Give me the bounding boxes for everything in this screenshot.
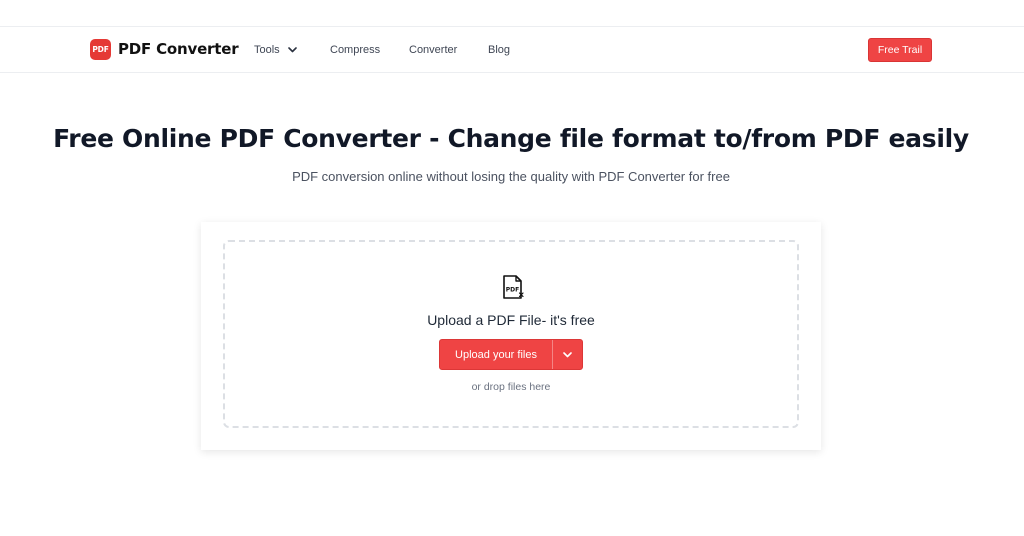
upload-button-group: Upload your files	[439, 339, 583, 370]
browser-top-strip	[0, 0, 1024, 27]
page-title: Free Online PDF Converter - Change file …	[53, 124, 969, 153]
free-trial-button[interactable]: Free Trail	[868, 38, 932, 62]
upload-files-button[interactable]: Upload your files	[440, 340, 552, 369]
chevron-down-icon	[287, 47, 297, 53]
upload-options-dropdown[interactable]	[553, 340, 582, 369]
upload-heading: Upload a PDF File- it's free	[427, 312, 595, 328]
brand-name: PDF Converter	[118, 40, 239, 58]
svg-text:PDF: PDF	[506, 287, 519, 294]
pdf-file-icon: PDF	[503, 275, 524, 299]
brand-logo-link[interactable]: PDF PDF Converter	[90, 38, 239, 60]
drop-files-hint: or drop files here	[471, 381, 551, 393]
pdf-logo-icon: PDF	[90, 38, 111, 60]
nav-converter-link[interactable]: Converter	[409, 43, 457, 57]
file-drop-zone[interactable]: PDF Upload a PDF File- it's free Upload …	[223, 240, 799, 428]
nav-tools-label: Tools	[254, 44, 280, 56]
page-subtitle: PDF conversion online without losing the…	[292, 169, 730, 184]
nav-blog-link[interactable]: Blog	[488, 43, 510, 57]
nav-tools-dropdown[interactable]: Tools	[254, 43, 297, 57]
upload-card: PDF Upload a PDF File- it's free Upload …	[201, 222, 821, 450]
chevron-down-icon	[563, 351, 572, 357]
nav-compress-link[interactable]: Compress	[330, 43, 380, 57]
